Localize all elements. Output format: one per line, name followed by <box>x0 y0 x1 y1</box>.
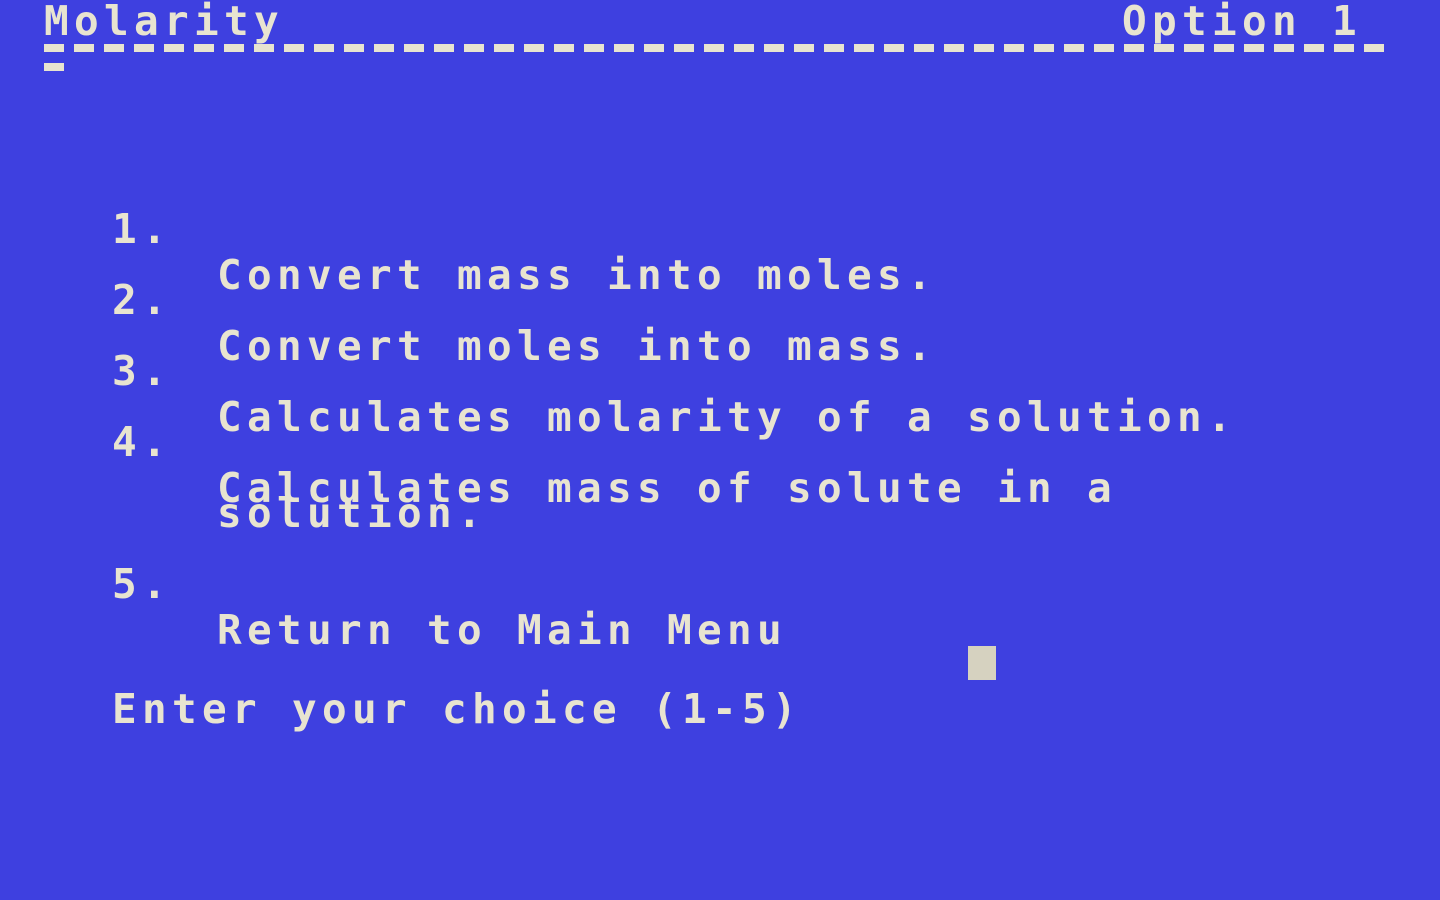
separator-dash <box>1274 44 1294 52</box>
menu-item-3[interactable]: 3. Calculates molarity of a solution. <box>0 302 1440 440</box>
menu-item-2[interactable]: 2. Convert moles into mass. <box>0 231 1440 369</box>
separator-dash <box>1154 44 1174 52</box>
separator-dash <box>1034 44 1054 52</box>
separator-dash <box>374 44 394 52</box>
separator-dash <box>854 44 874 52</box>
header-bar: Molarity Option 1 <box>0 0 1440 44</box>
separator-dash <box>1364 44 1384 52</box>
separator-dash <box>74 44 94 52</box>
separator-dash <box>104 44 124 52</box>
separator-dash <box>1124 44 1144 52</box>
separator-dash <box>1064 44 1084 52</box>
header-separator-rule <box>44 44 1404 71</box>
separator-dash <box>404 44 424 52</box>
separator-dash <box>914 44 934 52</box>
separator-dash <box>944 44 964 52</box>
separator-dash <box>44 44 64 52</box>
separator-dash <box>524 44 544 52</box>
page-title: Molarity <box>44 0 279 45</box>
menu-item-4-continuation[interactable]: solution. <box>0 444 1440 536</box>
menu-item-5-number: 5. <box>112 560 167 608</box>
separator-dash <box>1214 44 1234 52</box>
separator-dash <box>134 44 154 52</box>
separator-dash <box>194 44 214 52</box>
separator-dash <box>734 44 754 52</box>
separator-dash <box>1184 44 1204 52</box>
text-cursor-block[interactable] <box>968 646 996 680</box>
separator-dash <box>554 44 574 52</box>
choice-prompt-row[interactable]: Enter your choice (1-5) <box>0 640 1440 732</box>
separator-dash <box>974 44 994 52</box>
separator-dash <box>254 44 274 52</box>
separator-dash <box>584 44 604 52</box>
separator-dash <box>1304 44 1324 52</box>
menu-item-5[interactable]: 5. Return to Main Menu <box>0 515 1440 653</box>
menu-item-1[interactable]: 1. Convert mass into moles. <box>0 160 1440 298</box>
separator-dash <box>314 44 334 52</box>
separator-dash <box>164 44 184 52</box>
separator-dash <box>824 44 844 52</box>
menu-item-4[interactable]: 4. Calculates mass of solute in a <box>0 373 1440 511</box>
separator-dash <box>614 44 634 52</box>
separator-dash <box>434 44 454 52</box>
separator-dash <box>704 44 724 52</box>
separator-dash <box>1244 44 1264 52</box>
separator-dash <box>674 44 694 52</box>
terminal-screen: Molarity Option 1 1. Convert mass into m… <box>0 0 1440 900</box>
separator-dash <box>224 44 244 52</box>
separator-dash <box>1334 44 1354 52</box>
separator-dash <box>1004 44 1024 52</box>
separator-dash <box>794 44 814 52</box>
separator-dash <box>644 44 664 52</box>
choice-prompt-label: Enter your choice (1-5) <box>112 685 797 733</box>
separator-dash <box>464 44 484 52</box>
separator-dash <box>764 44 784 52</box>
header-option-label: Option 1 <box>1122 0 1357 45</box>
separator-dash <box>884 44 904 52</box>
separator-dash <box>44 63 64 71</box>
separator-dash <box>1094 44 1114 52</box>
separator-dash <box>344 44 364 52</box>
separator-dash <box>284 44 304 52</box>
separator-dash <box>494 44 514 52</box>
